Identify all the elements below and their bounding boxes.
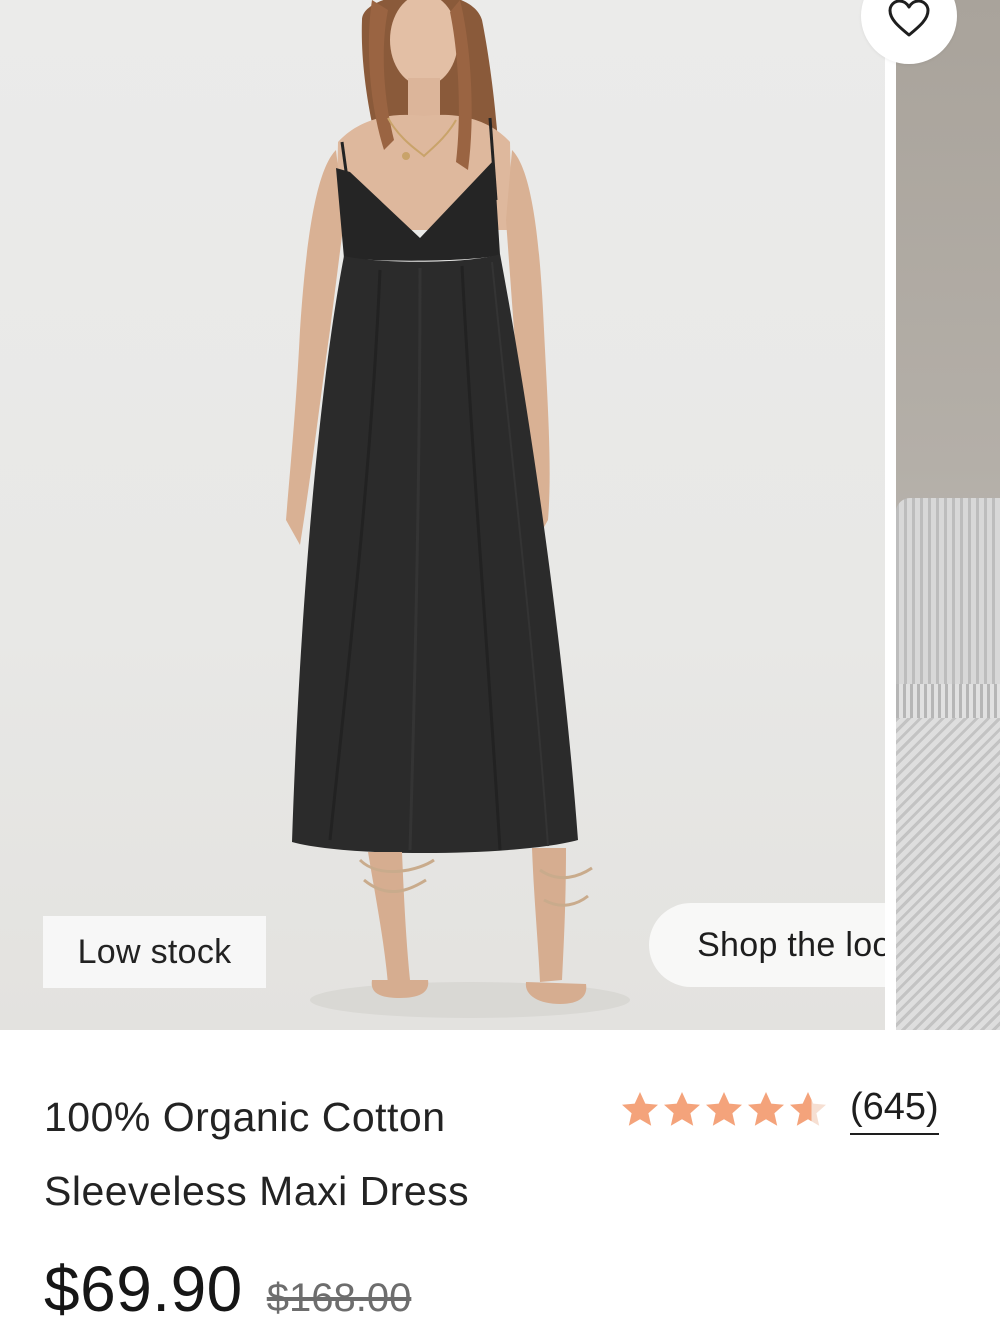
low-stock-badge: Low stock — [43, 916, 266, 988]
original-price: $168.00 — [266, 1276, 412, 1320]
sale-price: $69.90 — [44, 1253, 243, 1325]
product-photo — [286, 0, 630, 1018]
product-rating[interactable]: (645) — [620, 1082, 939, 1138]
product-title-line-2: Sleeveless Maxi Dress — [44, 1168, 470, 1214]
star-icon — [664, 1092, 700, 1126]
sheet-band-shape — [896, 684, 1000, 718]
product-image-main[interactable]: Low stock Shop the look — [0, 0, 885, 1030]
shop-the-look-button[interactable]: Shop the look — [649, 903, 885, 987]
star-icon — [748, 1092, 784, 1126]
review-count-link[interactable]: (645) — [850, 1085, 939, 1135]
low-stock-label: Low stock — [77, 932, 232, 971]
star-icon — [790, 1092, 826, 1126]
shop-the-look-label: Shop the look — [697, 925, 885, 964]
star-icon — [622, 1092, 658, 1126]
product-title-line-1: 100% Organic Cotton — [44, 1094, 446, 1140]
heart-icon — [888, 0, 930, 37]
product-image-gallery[interactable]: Low stock Shop the look — [0, 0, 1000, 1030]
sheet-shape — [896, 718, 1000, 1030]
product-title[interactable]: 100% Organic Cotton Sleeveless Maxi Dres… — [44, 1080, 584, 1228]
rating-stars — [620, 1090, 828, 1130]
star-icon — [706, 1092, 742, 1126]
pillow-shape — [896, 498, 1000, 688]
price-row: $69.90 $168.00 — [44, 1252, 411, 1326]
next-product-image-preview[interactable] — [896, 0, 1000, 1030]
